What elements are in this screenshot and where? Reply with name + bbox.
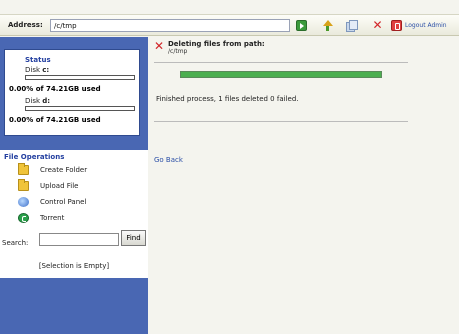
search-label: Search: <box>2 239 29 247</box>
go-back-link[interactable]: Go Back <box>154 156 183 164</box>
address-input[interactable] <box>50 19 290 32</box>
disk-c-label: Disk c: <box>25 66 50 74</box>
folder-icon <box>18 163 29 175</box>
page-title: Deleting files from path: <box>168 40 265 48</box>
upload-file-button[interactable]: Upload File <box>18 179 136 193</box>
divider <box>154 121 408 122</box>
status-message: Finished process, 1 files deleted 0 fail… <box>156 95 299 103</box>
control-panel-label: Control Panel <box>40 198 87 206</box>
status-title: Status <box>25 56 51 64</box>
disk-c-bar <box>25 75 135 80</box>
file-operations-title: File Operations <box>4 153 65 161</box>
torrent-button[interactable]: Torrent <box>18 213 136 225</box>
logout-link[interactable]: Logout Admin <box>405 22 447 29</box>
main-content: ✕ Deleting files from path: /c/tmp Finis… <box>148 37 459 334</box>
file-operations-panel: File Operations Create Folder Upload Fil… <box>0 150 148 278</box>
address-bar: Address: ✕ Logout Admin <box>0 14 459 36</box>
delete-icon[interactable]: ✕ <box>372 19 383 31</box>
copy-icon[interactable] <box>346 20 358 32</box>
torrent-icon <box>18 213 29 223</box>
folder-icon <box>18 179 29 191</box>
disk-d-bar <box>25 106 135 111</box>
progress-bar <box>180 71 382 78</box>
selection-status: [Selection is Empty] <box>38 262 110 270</box>
address-label: Address: <box>8 21 43 29</box>
disk-c-used: 0.00% of 74.21GB used <box>9 85 101 93</box>
upload-file-label: Upload File <box>40 182 79 190</box>
search-input[interactable] <box>39 233 119 246</box>
torrent-label: Torrent <box>40 214 65 222</box>
create-folder-label: Create Folder <box>40 166 88 174</box>
disk-d-label: Disk d: <box>25 97 51 105</box>
control-panel-button[interactable]: Control Panel <box>18 197 136 209</box>
up-folder-icon[interactable] <box>322 20 333 31</box>
go-icon[interactable] <box>296 20 307 31</box>
logout-icon[interactable] <box>391 20 402 31</box>
delete-icon: ✕ <box>154 39 165 53</box>
disk-d-used: 0.00% of 74.21GB used <box>9 116 101 124</box>
delete-path: /c/tmp <box>168 48 188 55</box>
divider <box>154 62 408 63</box>
create-folder-button[interactable]: Create Folder <box>18 163 136 177</box>
find-button[interactable]: Find <box>121 230 146 246</box>
status-panel: Status Disk c: 0.00% of 74.21GB used Dis… <box>4 49 140 136</box>
sidebar: Status Disk c: 0.00% of 74.21GB used Dis… <box>0 37 148 334</box>
progress-fill <box>181 72 381 77</box>
control-panel-icon <box>18 197 29 207</box>
